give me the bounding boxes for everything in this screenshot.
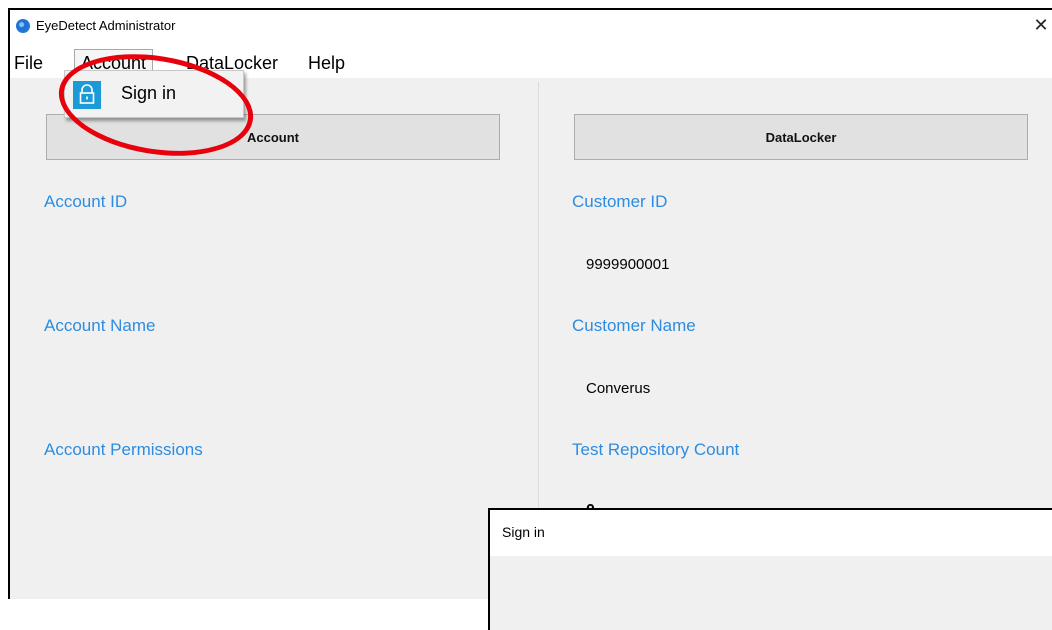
title-bar: EyeDetect Administrator ✕ — [10, 10, 1052, 42]
app-eye-icon — [16, 19, 30, 33]
account-dropdown-menu: Sign in — [64, 70, 244, 118]
test-repository-count-label: Test Repository Count — [572, 440, 740, 459]
customer-id-label: Customer ID — [572, 192, 668, 211]
account-permissions-label: Account Permissions — [44, 440, 203, 459]
account-header-button[interactable]: Account — [46, 114, 500, 160]
close-button[interactable]: ✕ — [1028, 10, 1052, 42]
customer-name-value: Converus — [586, 380, 651, 397]
menu-help[interactable]: Help — [308, 53, 345, 74]
window-title: EyeDetect Administrator — [36, 18, 176, 33]
menu-file[interactable]: File — [14, 53, 43, 74]
lock-icon — [73, 81, 101, 109]
datalocker-header-button[interactable]: DataLocker — [574, 114, 1028, 160]
account-name-label: Account Name — [44, 316, 156, 335]
customer-id-value: 9999900001 — [586, 256, 670, 273]
sign-in-dialog: Sign in — [488, 508, 1052, 630]
sign-in-dialog-title-bar: Sign in — [490, 510, 1052, 556]
sign-in-label: Sign in — [121, 83, 177, 103]
customer-name-label: Customer Name — [572, 316, 696, 335]
account-id-label: Account ID — [44, 192, 128, 211]
sign-in-dialog-title: Sign in — [502, 524, 545, 540]
